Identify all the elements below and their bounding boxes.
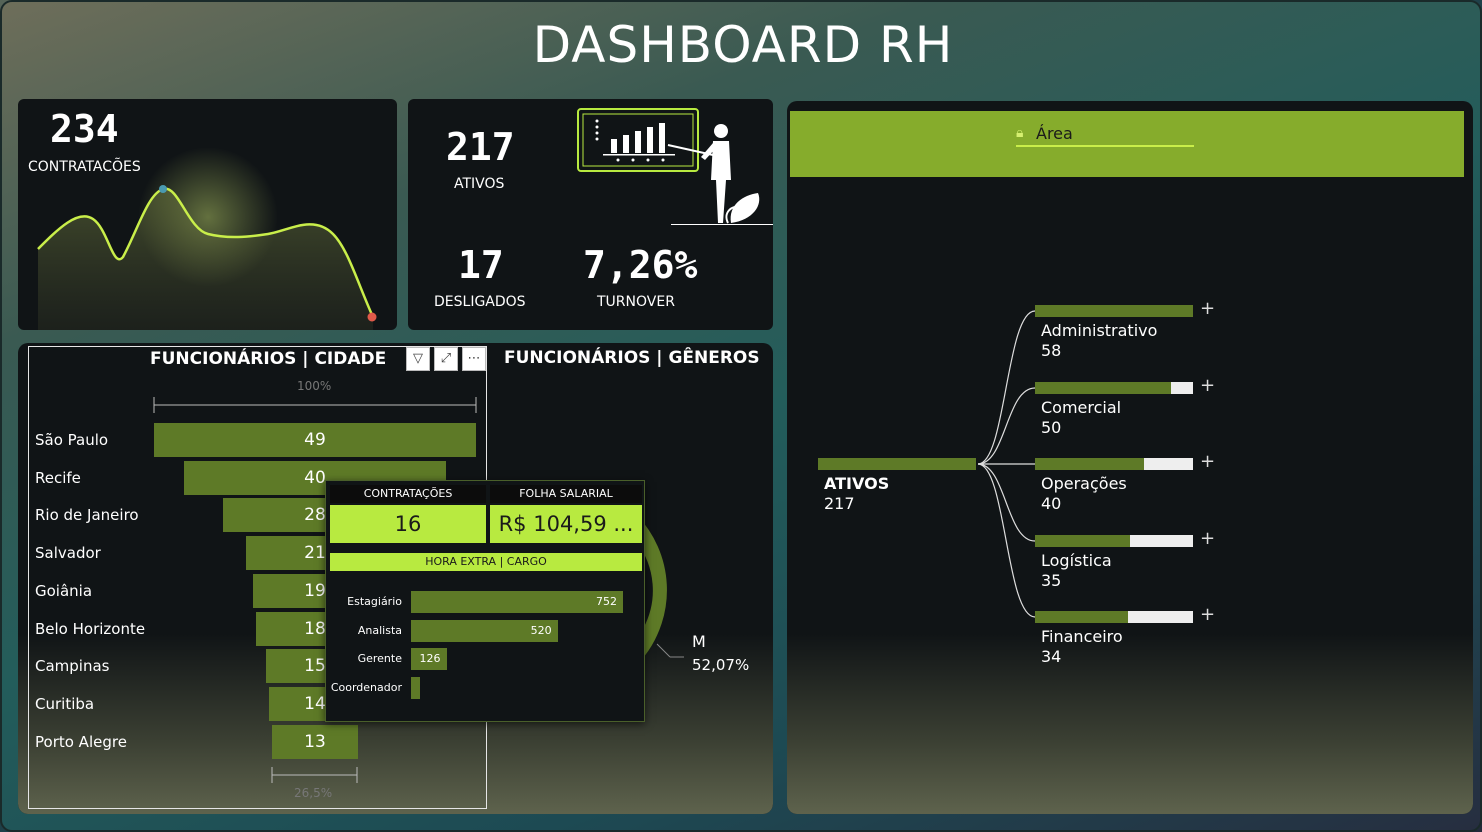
expand-plus-icon[interactable]: +: [1200, 604, 1215, 625]
focus-mode-icon[interactable]: ⤢: [434, 347, 458, 371]
tooltip-folha-label: FOLHA SALARIAL: [490, 485, 642, 503]
city-name: Recife: [35, 468, 81, 487]
tooltip-cargo-bar: 126: [411, 648, 447, 671]
ativos-label: ATIVOS: [454, 176, 505, 192]
area-value: 58: [1041, 341, 1062, 360]
area-bar-fill: [1035, 458, 1145, 470]
turnover-value: 7,26%: [583, 243, 698, 287]
area-bar[interactable]: [1035, 305, 1193, 317]
turnover-label: TURNOVER: [597, 294, 675, 310]
area-name: Financeiro: [1041, 627, 1123, 646]
tooltip-cargo-label: Estagiário: [347, 595, 402, 608]
gender-chart-title: FUNCIONÁRIOS | GÊNEROS: [504, 348, 760, 368]
tooltip-contratacoes-label: CONTRATAÇÕES: [330, 485, 486, 503]
page-title: DASHBOARD RH: [532, 16, 954, 74]
expand-plus-icon[interactable]: +: [1200, 451, 1215, 472]
sparkline-peak-marker: [159, 185, 167, 193]
area-name: Logística: [1041, 550, 1112, 570]
area-bar-fill: [1035, 305, 1193, 317]
tooltip-contratacoes-value: 16: [330, 505, 486, 543]
presentation-icon: [577, 108, 773, 225]
area-bar[interactable]: [1035, 534, 1193, 547]
expand-plus-icon[interactable]: +: [1200, 375, 1215, 396]
city-top-pct: 100%: [297, 379, 332, 393]
area-bar[interactable]: [1035, 381, 1193, 394]
area-value: 40: [1041, 494, 1062, 513]
area-bar-fill: [1035, 611, 1128, 623]
city-bottom-pct: 26,5%: [294, 786, 333, 800]
kpi-card[interactable]: 217 ATIVOS 17 DESLIGADOS 7,26% TURNOVER: [408, 99, 773, 330]
area-bar-fill: [1035, 381, 1172, 394]
city-bar[interactable]: 13: [272, 724, 358, 759]
tooltip-folha-value: R$ 104,59 ...: [490, 505, 642, 543]
gender-m-label: M: [692, 632, 706, 651]
tooltip-cargo-label: Coordenador: [330, 680, 402, 694]
city-bar[interactable]: 49: [154, 423, 476, 457]
tree-gloss: [787, 634, 1473, 814]
lock-icon: 🔒︎: [1016, 125, 1024, 141]
city-name: Porto Alegre: [35, 732, 127, 751]
tooltip-cargo-label: Analista: [357, 623, 402, 637]
area-header[interactable]: 🔒︎ Área: [790, 111, 1464, 177]
tree-root-bar[interactable]: [818, 458, 976, 470]
tooltip-cargo-bar: 752: [411, 591, 623, 613]
dashboard: DASHBOARD RH 234 CONTRATACÕES 217 ATIVOS…: [0, 0, 1482, 832]
area-header-label: Área: [1036, 124, 1073, 143]
tooltip-cargo-bar: [411, 676, 420, 699]
city-name: Campinas: [35, 657, 110, 676]
city-name: Curitiba: [35, 694, 95, 713]
contratacoes-sparkline: [37, 147, 377, 330]
area-name: Operações: [1041, 474, 1127, 493]
gender-m-pct: 52,07%: [692, 656, 750, 674]
desligados-value: 17: [458, 243, 504, 287]
gender-donut-leader: [656, 643, 671, 658]
city-name: Belo Horizonte: [35, 619, 146, 638]
city-chart-title: FUNCIONÁRIOS | CIDADE: [150, 349, 387, 369]
area-bar[interactable]: [1035, 611, 1193, 623]
filter-icon[interactable]: ▽: [406, 347, 430, 371]
expand-plus-icon[interactable]: +: [1200, 298, 1215, 319]
desligados-label: DESLIGADOS: [434, 294, 526, 310]
ativos-value: 217: [446, 125, 515, 169]
city-name: Salvador: [35, 544, 101, 563]
tree-root-label: ATIVOS: [824, 474, 890, 493]
tree-root-value: 217: [824, 494, 855, 513]
area-value: 34: [1041, 647, 1062, 666]
city-name: São Paulo: [35, 431, 109, 449]
contratacoes-card[interactable]: 234 CONTRATACÕES: [18, 99, 397, 330]
city-bottom-bracket: [271, 767, 358, 783]
tooltip-cargo-bar: 520: [411, 619, 558, 642]
tooltip-cargo-label: Gerente: [357, 652, 402, 666]
city-top-bracket: [153, 397, 477, 413]
sparkline-end-marker: [367, 312, 377, 322]
area-value: 50: [1041, 417, 1062, 437]
area-name: Administrativo: [1041, 321, 1158, 340]
city-row[interactable]: São Paulo 49: [29, 423, 488, 457]
expand-plus-icon[interactable]: +: [1200, 528, 1215, 549]
area-header-underline: [1016, 145, 1194, 147]
city-name: Rio de Janeiro: [35, 506, 139, 525]
area-name: Comercial: [1041, 397, 1122, 417]
city-row[interactable]: Porto Alegre 13: [29, 724, 488, 759]
city-name: Goiânia: [35, 581, 93, 600]
more-options-icon[interactable]: ⋯: [462, 347, 486, 371]
tooltip-hora-extra-header: HORA EXTRA | CARGO: [330, 553, 642, 571]
area-bar-fill: [1035, 534, 1131, 547]
area-bar[interactable]: [1035, 458, 1193, 470]
area-value: 35: [1041, 570, 1062, 590]
tooltip: CONTRATAÇÕES 16 FOLHA SALARIAL R$ 104,59…: [325, 480, 645, 722]
